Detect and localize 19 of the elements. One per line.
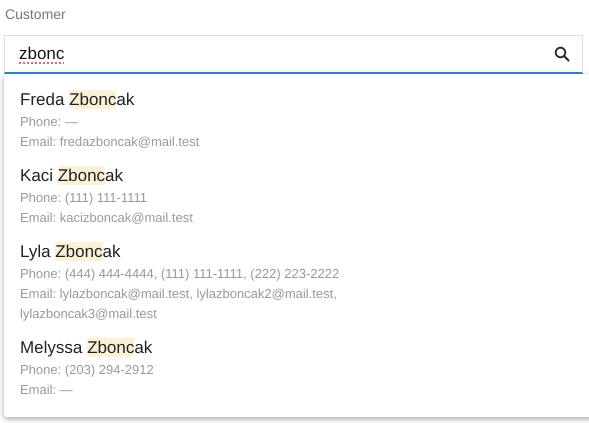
customer-name: Melyssa Zboncak xyxy=(20,337,152,359)
result-item[interactable]: Kaci Zboncak Phone: (111) 111-1111 Email: kacizboncak@mail.test xyxy=(20,158,424,234)
email-text: Email: fredazboncak@mail.test xyxy=(20,133,200,151)
result-item[interactable]: Freda Zboncak Phone: — Email: fredazboncak@mail.test xyxy=(20,82,424,158)
result-item[interactable]: Lyla Zboncak Phone: (444) 444-4444, (111) 111-1111, (222) 223-2222 Email: lylazboncak@mail.test, lylazboncak2@mail.test, lylazboncak3@mail.test xyxy=(20,234,424,330)
search-icon[interactable] xyxy=(554,46,570,62)
email-text: Email: lylazboncak@mail.test, lylazboncak2@mail.test, lylazboncak3@mail.test xyxy=(20,285,338,323)
email-text: Email: — xyxy=(20,381,73,399)
phone-text: Phone: — xyxy=(20,113,78,131)
phone-text: Phone: (111) 111-1111 xyxy=(20,189,147,207)
phone-text: Phone: (444) 444-4444, (111) 111-1111, (222) 223-2222 xyxy=(20,265,340,283)
customer-name: Lyla Zboncak xyxy=(20,241,120,263)
field-label: Customer xyxy=(5,6,66,22)
customer-name: Kaci Zboncak xyxy=(20,165,124,187)
email-text: Email: kacizboncak@mail.test xyxy=(20,209,193,227)
phone-text: Phone: (203) 294-2912 xyxy=(20,361,154,379)
result-item[interactable]: Melyssa Zboncak Phone: (203) 294-2912 Email: — xyxy=(20,330,424,406)
search-input[interactable]: zbonc xyxy=(19,44,554,64)
customer-name: Freda Zboncak xyxy=(20,89,134,111)
